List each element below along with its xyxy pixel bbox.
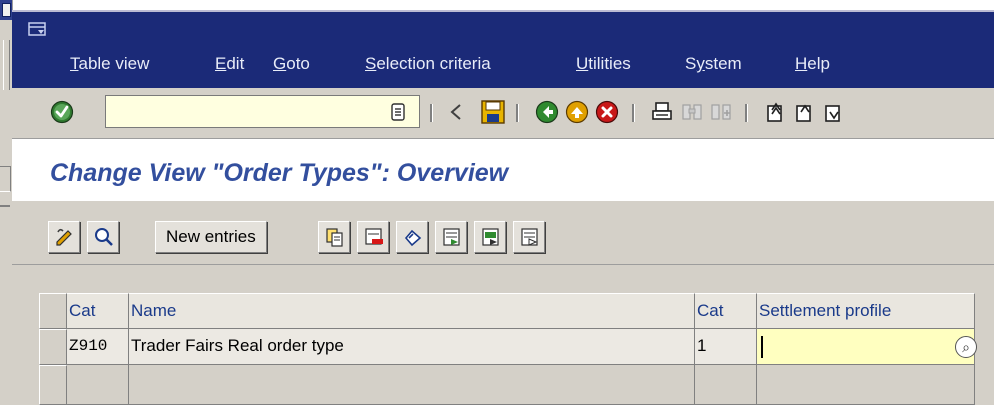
empty-cell — [695, 365, 757, 405]
back-icon[interactable] — [535, 100, 561, 126]
menu-selection-criteria[interactable]: Selection criteria — [365, 52, 491, 76]
cell-cat-2: 1 — [695, 329, 757, 365]
first-page-icon[interactable] — [764, 100, 790, 126]
menu-table-view[interactable]: Table view — [70, 52, 149, 76]
exit-icon[interactable] — [565, 100, 591, 126]
window-edge-notch — [0, 166, 11, 192]
toolbar-separator — [632, 104, 635, 122]
undo-change-button[interactable] — [396, 221, 428, 253]
order-types-table: Cat Name Cat Settlement profile Z910 Tra… — [39, 293, 994, 405]
save-icon[interactable] — [480, 99, 506, 125]
command-dropdown-icon[interactable] — [389, 102, 415, 128]
menu-utilities[interactable]: Utilities — [576, 52, 631, 76]
menu-bar: Table view Edit Goto Selection criteria … — [12, 10, 994, 88]
empty-cell — [67, 365, 129, 405]
display-details-icon — [95, 228, 113, 246]
print-icon[interactable] — [650, 100, 676, 126]
window-options-icon[interactable] — [28, 22, 48, 37]
new-entries-button[interactable]: New entries — [155, 221, 267, 253]
settlement-profile-input[interactable]: ⌕ — [757, 329, 977, 365]
row-selector[interactable] — [39, 329, 67, 365]
display-change-icon — [56, 228, 72, 246]
previous-page-icon[interactable] — [793, 100, 819, 126]
window-top-edge — [12, 10, 994, 12]
select-block-button[interactable] — [474, 221, 506, 253]
screen-title-area: Change View "Order Types": Overview — [12, 139, 994, 201]
system-menu-icon[interactable] — [0, 0, 12, 20]
deselect-all-button[interactable] — [513, 221, 545, 253]
toolbar-separator — [430, 104, 433, 122]
text-cursor — [761, 336, 763, 358]
copy-as-icon — [326, 228, 343, 247]
application-toolbar: New entries — [12, 201, 994, 265]
menu-goto[interactable]: Goto — [273, 52, 310, 76]
row-selector[interactable] — [39, 365, 67, 405]
column-header-cat[interactable]: Cat — [67, 293, 129, 329]
select-all-icon — [443, 228, 460, 246]
undo-change-icon — [404, 229, 422, 247]
command-field[interactable] — [105, 95, 420, 128]
window-edge — [3, 40, 10, 90]
page-title: Change View "Order Types": Overview — [50, 159, 509, 187]
window-edge-divider — [0, 205, 10, 207]
delete-icon — [365, 228, 383, 245]
cancel-icon[interactable] — [595, 100, 621, 126]
menu-help[interactable]: Help — [795, 52, 830, 76]
find-icon[interactable] — [680, 100, 706, 126]
menu-edit[interactable]: Edit — [215, 52, 244, 76]
deselect-all-icon — [521, 228, 538, 246]
column-header-settlement-profile[interactable]: Settlement profile — [757, 293, 975, 329]
cell-name: Trader Fairs Real order type — [129, 329, 695, 365]
column-header-cat-2[interactable]: Cat — [695, 293, 757, 329]
toolbar-separator — [745, 104, 748, 122]
toolbar-separator — [516, 104, 519, 122]
empty-cell — [129, 365, 695, 405]
cell-cat: Z910 — [67, 329, 129, 365]
find-next-icon[interactable] — [709, 100, 735, 126]
standard-toolbar — [12, 88, 994, 139]
input-help-icon[interactable]: ⌕ — [955, 336, 977, 358]
delete-button[interactable] — [357, 221, 389, 253]
menu-system[interactable]: System — [685, 52, 742, 76]
content-area: Cat Name Cat Settlement profile Z910 Tra… — [12, 265, 994, 405]
column-header-name[interactable]: Name — [129, 293, 695, 329]
next-page-icon[interactable] — [822, 100, 848, 126]
select-all-rows-button[interactable] — [39, 293, 67, 329]
select-block-icon — [482, 228, 499, 246]
display-change-button[interactable] — [48, 221, 80, 253]
enter-icon[interactable] — [50, 100, 76, 126]
display-details-button[interactable] — [87, 221, 119, 253]
collapse-icon[interactable] — [449, 103, 475, 129]
empty-cell — [757, 365, 975, 405]
copy-as-button[interactable] — [318, 221, 350, 253]
select-all-button[interactable] — [435, 221, 467, 253]
